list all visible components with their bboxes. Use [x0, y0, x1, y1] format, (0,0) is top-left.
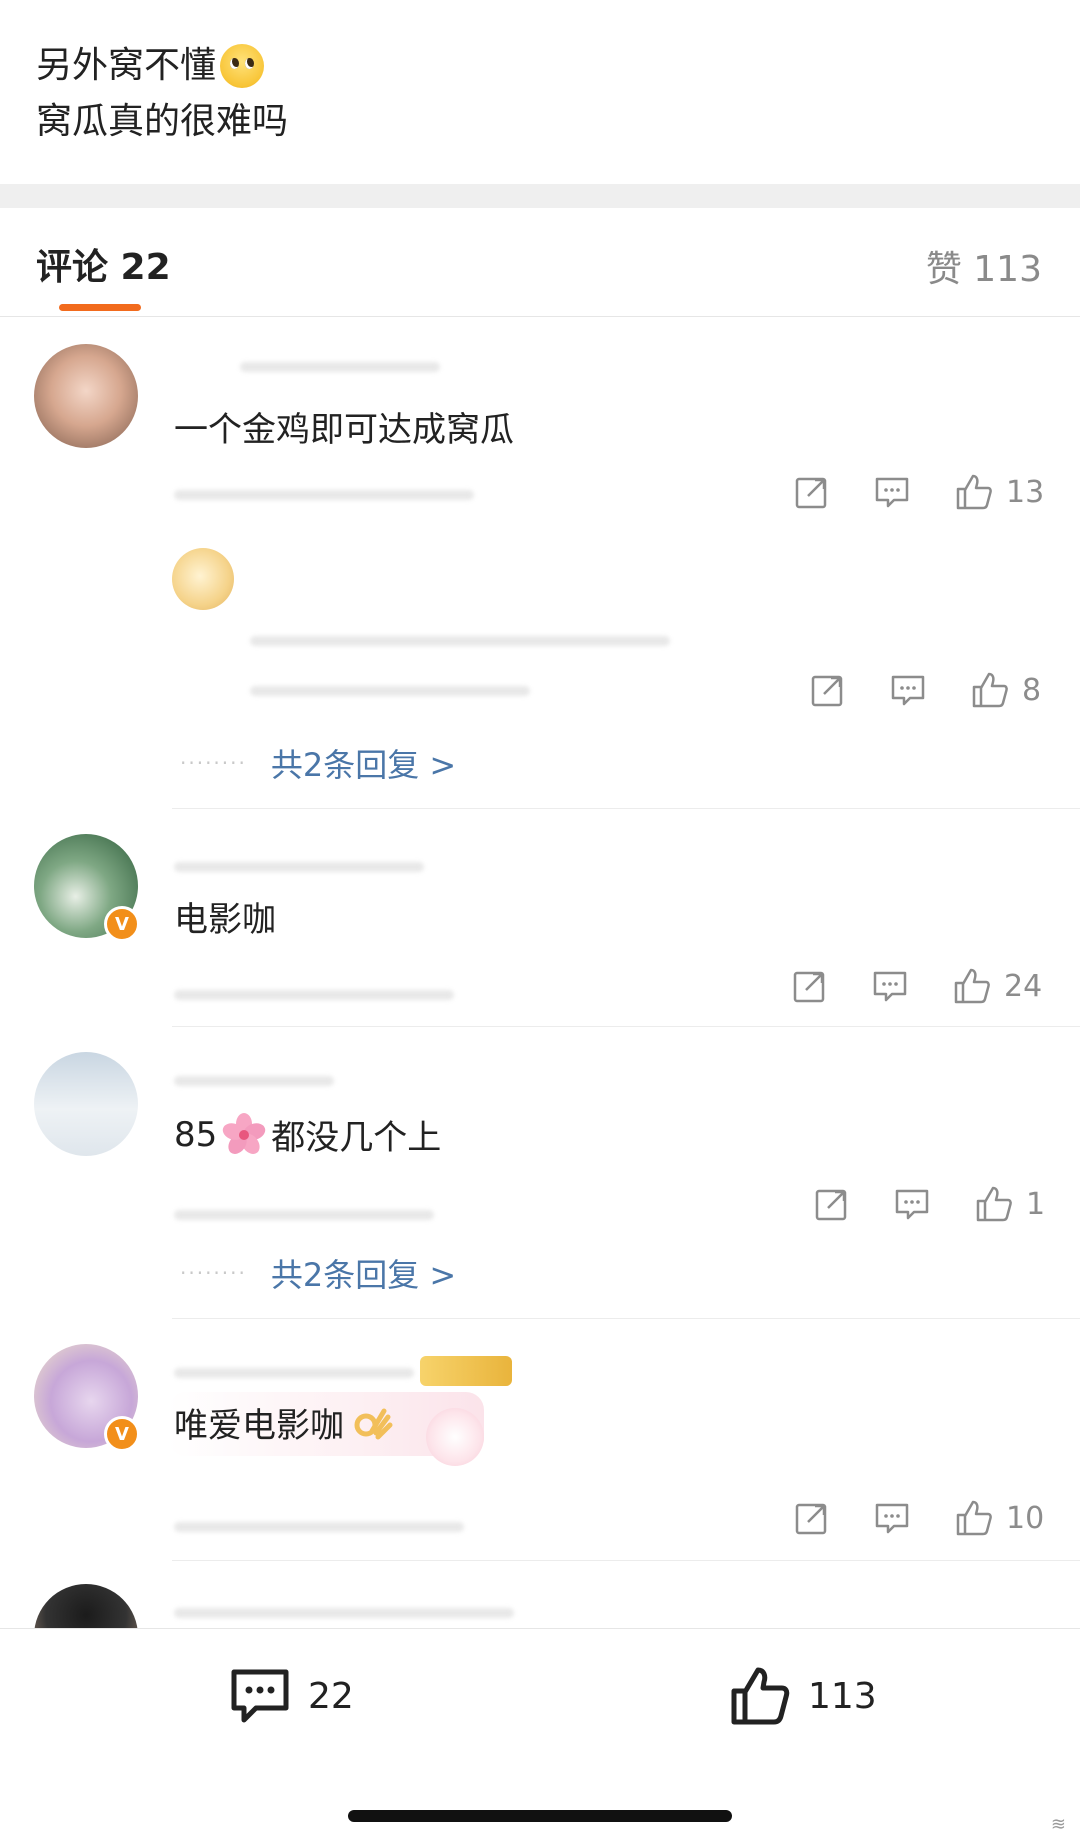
share-icon	[795, 477, 827, 509]
comment-actions: 10	[794, 1498, 1044, 1538]
tab-divider	[0, 316, 1080, 317]
blurred-username	[240, 362, 440, 372]
like-icon	[956, 1500, 992, 1536]
reply-button[interactable]	[874, 1500, 910, 1536]
comment-actions: 13	[794, 472, 1044, 512]
share-icon	[793, 971, 825, 1003]
ok-hand-emoji	[354, 1408, 393, 1439]
share-icon	[795, 1503, 827, 1535]
like-count: 1	[1026, 1186, 1046, 1222]
home-indicator[interactable]	[348, 1810, 732, 1822]
like-button[interactable]: 10	[954, 1498, 1044, 1538]
tab-likes[interactable]: 赞 113	[926, 240, 1042, 292]
comment-text: 唯爱电影咖	[174, 1398, 394, 1447]
comment-divider	[172, 1318, 1080, 1319]
like-button[interactable]: 1	[974, 1184, 1045, 1224]
like-count: 8	[1022, 672, 1042, 708]
like-icon	[976, 1186, 1012, 1222]
comment-icon	[231, 1669, 289, 1723]
fan-level-badge	[420, 1356, 512, 1386]
more-replies-link[interactable]: ········ 共2条回复 >	[180, 740, 456, 786]
blurred-meta	[174, 490, 474, 500]
comment-icon	[891, 675, 925, 706]
like-button[interactable]: 13	[954, 472, 1044, 512]
share-button[interactable]	[810, 672, 846, 708]
reply-button[interactable]	[872, 968, 908, 1004]
blurred-meta	[174, 990, 454, 1000]
avatar[interactable]	[34, 344, 138, 448]
like-count: 10	[1006, 1500, 1045, 1536]
share-button[interactable]	[794, 474, 830, 510]
like-button[interactable]: 8	[970, 670, 1041, 710]
reply-button[interactable]	[874, 474, 910, 510]
share-button[interactable]	[794, 1500, 830, 1536]
comment-actions: 1	[814, 1184, 1045, 1224]
active-tab-indicator	[59, 304, 141, 311]
section-separator	[0, 184, 1080, 208]
comment-actions: 24	[792, 966, 1042, 1006]
bottom-comment-button[interactable]: 22	[228, 1664, 354, 1728]
watermark-icon: ≋	[1050, 1814, 1066, 1835]
blurred-username	[174, 862, 424, 872]
post-text-line-1: 另外窝不懂	[36, 38, 265, 94]
pleading-face-emoji	[220, 44, 265, 88]
blurred-meta	[174, 1522, 464, 1532]
comment-divider	[172, 1560, 1080, 1561]
post-text-line-2: 窝瓜真的很难吗	[36, 101, 289, 142]
share-button[interactable]	[814, 1186, 850, 1222]
like-count: 13	[1006, 474, 1045, 510]
like-button[interactable]: 24	[952, 966, 1042, 1006]
reply-button[interactable]	[890, 672, 926, 708]
like-count: 24	[1004, 968, 1043, 1004]
like-icon	[956, 474, 992, 510]
blurred-username	[174, 1608, 514, 1618]
like-icon	[731, 1667, 790, 1725]
comment-text: 一个金鸡即可达成窝瓜	[174, 410, 514, 450]
bottom-like-button[interactable]: 113	[728, 1664, 877, 1728]
reply-actions: 8	[810, 670, 1041, 710]
tab-comments[interactable]: 评论 22	[36, 238, 171, 290]
blurred-meta	[174, 1210, 434, 1220]
avatar[interactable]	[34, 1052, 138, 1156]
bottom-like-count: 113	[808, 1675, 877, 1717]
share-icon	[811, 675, 843, 707]
share-button[interactable]	[792, 968, 828, 1004]
bunny-sticker	[426, 1408, 484, 1466]
comment-text: 电影咖	[174, 900, 276, 940]
comment-divider	[172, 808, 1080, 809]
sakura-emoji	[223, 1112, 266, 1154]
like-icon	[954, 968, 990, 1004]
comment-text: 85 都没几个上	[174, 1110, 441, 1159]
comment-icon	[873, 971, 907, 1002]
vip-badge-icon: V	[104, 1416, 140, 1452]
share-icon	[815, 1189, 847, 1221]
blurred-reply-text	[250, 636, 670, 646]
like-icon	[972, 672, 1008, 708]
more-replies-link[interactable]: ········ 共2条回复 >	[180, 1250, 456, 1296]
reply-avatar[interactable]	[172, 548, 234, 610]
reply-button[interactable]	[894, 1186, 930, 1222]
bottom-comment-count: 22	[308, 1675, 354, 1717]
blurred-reply-meta	[250, 686, 530, 696]
comment-icon	[875, 1503, 909, 1534]
blurred-username	[174, 1076, 334, 1086]
comment-divider	[172, 1026, 1080, 1027]
vip-badge-icon: V	[104, 906, 140, 942]
comment-icon	[875, 477, 909, 508]
comment-icon	[895, 1189, 929, 1220]
blurred-username	[174, 1368, 414, 1378]
